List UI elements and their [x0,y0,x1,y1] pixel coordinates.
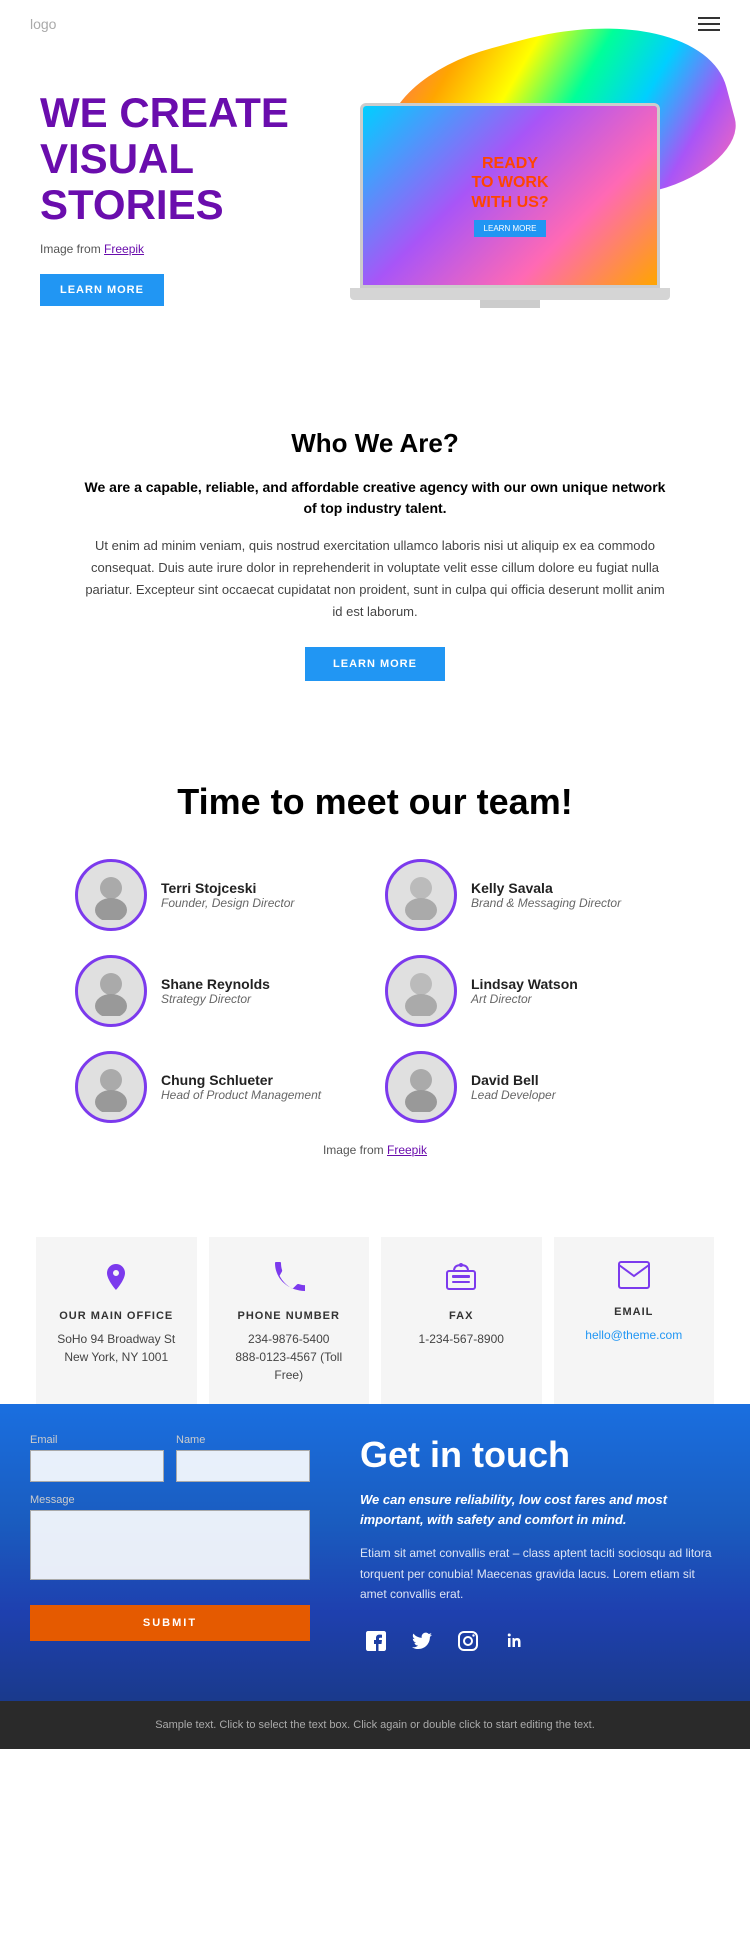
team-member-shane: Shane Reynolds Strategy Director [75,955,365,1027]
team-member-terri: Terri Stojceski Founder, Design Director [75,859,365,931]
member-name-david: David Bell [471,1072,556,1088]
who-we-are-section: Who We Are? We are a capable, reliable, … [0,368,750,731]
location-icon [52,1261,181,1300]
hero-learn-more-button[interactable]: LEARN MORE [40,274,164,306]
navbar: logo [0,0,750,48]
member-name-chung: Chung Schlueter [161,1072,321,1088]
contact-card-email: EMAIL hello@theme.com [554,1237,715,1404]
member-role-lindsay: Art Director [471,992,578,1006]
team-member-lindsay: Lindsay Watson Art Director [385,955,675,1027]
avatar-shane [75,955,147,1027]
avatar-lindsay [385,955,457,1027]
email-card-text: hello@theme.com [570,1326,699,1344]
logo: logo [30,16,56,32]
email-label: Email [30,1434,164,1446]
contact-card-office: OUR MAIN OFFICE SoHo 94 Broadway StNew Y… [36,1237,197,1404]
name-input[interactable] [176,1450,310,1482]
email-input[interactable] [30,1450,164,1482]
office-card-text: SoHo 94 Broadway StNew York, NY 1001 [52,1330,181,1366]
message-textarea[interactable] [30,1510,310,1580]
who-learn-more-button[interactable]: LEARN MORE [305,647,445,681]
team-image-credit: Image from Freepik [40,1143,710,1157]
team-heading: Time to meet our team! [40,781,710,823]
facebook-icon[interactable] [360,1625,392,1657]
git-heading: Get in touch [360,1434,720,1476]
fax-card-title: FAX [397,1310,526,1322]
contact-card-phone: PHONE NUMBER 234-9876-5400888-0123-4567 … [209,1237,370,1404]
footer-text: Sample text. Click to select the text bo… [155,1719,595,1731]
member-role-kelly: Brand & Messaging Director [471,896,621,910]
contact-cards-section: OUR MAIN OFFICE SoHo 94 Broadway StNew Y… [0,1197,750,1404]
avatar-david [385,1051,457,1123]
team-section: Time to meet our team! Terri Stojceski F… [0,731,750,1197]
member-name-lindsay: Lindsay Watson [471,976,578,992]
git-body: Etiam sit amet convallis erat – class ap… [360,1543,720,1604]
member-role-terri: Founder, Design Director [161,896,294,910]
avatar-terri [75,859,147,931]
office-card-title: OUR MAIN OFFICE [52,1310,181,1322]
get-in-touch-section: Email Name Message SUBMIT Get in touch W… [0,1404,750,1701]
laptop-graphic: READY TO WORK WITH US? LEARN MORE [340,103,680,313]
footer: Sample text. Click to select the text bo… [0,1701,750,1749]
name-label: Name [176,1434,310,1446]
avatar-kelly [385,859,457,931]
instagram-icon[interactable] [452,1625,484,1657]
hero-section: WE CREATE VISUAL STORIES Image from Free… [0,48,750,368]
social-icons [360,1625,720,1657]
member-info-kelly: Kelly Savala Brand & Messaging Director [471,880,621,910]
hero-image: READY TO WORK WITH US? LEARN MORE [300,83,710,313]
phone-icon [225,1261,354,1300]
hamburger-menu[interactable] [698,17,720,31]
member-info-terri: Terri Stojceski Founder, Design Director [161,880,294,910]
member-info-chung: Chung Schlueter Head of Product Manageme… [161,1072,321,1102]
git-tagline: We can ensure reliability, low cost fare… [360,1490,720,1529]
team-grid: Terri Stojceski Founder, Design Director… [75,859,675,1123]
twitter-icon[interactable] [406,1625,438,1657]
laptop-screen-text: READY TO WORK WITH US? [471,154,548,212]
who-heading: Who We Are? [80,428,670,459]
member-role-chung: Head of Product Management [161,1088,321,1102]
linkedin-icon[interactable] [498,1625,530,1657]
avatar-chung [75,1051,147,1123]
contact-card-fax: FAX 1-234-567-8900 [381,1237,542,1404]
member-role-david: Lead Developer [471,1088,556,1102]
hero-title: WE CREATE VISUAL STORIES [40,90,300,229]
laptop-screen-button: LEARN MORE [474,220,547,237]
who-subtitle: We are a capable, reliable, and affordab… [80,477,670,519]
fax-card-text: 1-234-567-8900 [397,1330,526,1348]
message-label: Message [30,1494,310,1506]
contact-form: Email Name Message SUBMIT [30,1404,330,1661]
phone-card-title: PHONE NUMBER [225,1310,354,1322]
submit-button[interactable]: SUBMIT [30,1605,310,1641]
email-icon [570,1261,699,1296]
member-name-terri: Terri Stojceski [161,880,294,896]
phone-card-text: 234-9876-5400888-0123-4567 (Toll Free) [225,1330,354,1384]
get-in-touch-content: Get in touch We can ensure reliability, … [330,1404,720,1661]
member-name-kelly: Kelly Savala [471,880,621,896]
team-freepik-link[interactable]: Freepik [387,1143,427,1157]
member-info-david: David Bell Lead Developer [471,1072,556,1102]
freepik-link[interactable]: Freepik [104,242,144,256]
team-member-david: David Bell Lead Developer [385,1051,675,1123]
member-name-shane: Shane Reynolds [161,976,270,992]
member-info-lindsay: Lindsay Watson Art Director [471,976,578,1006]
who-body: Ut enim ad minim veniam, quis nostrud ex… [80,535,670,623]
team-member-kelly: Kelly Savala Brand & Messaging Director [385,859,675,931]
team-member-chung: Chung Schlueter Head of Product Manageme… [75,1051,365,1123]
hero-image-credit: Image from Freepik [40,242,300,256]
member-info-shane: Shane Reynolds Strategy Director [161,976,270,1006]
member-role-shane: Strategy Director [161,992,270,1006]
fax-icon [397,1261,526,1300]
email-card-title: EMAIL [570,1306,699,1318]
